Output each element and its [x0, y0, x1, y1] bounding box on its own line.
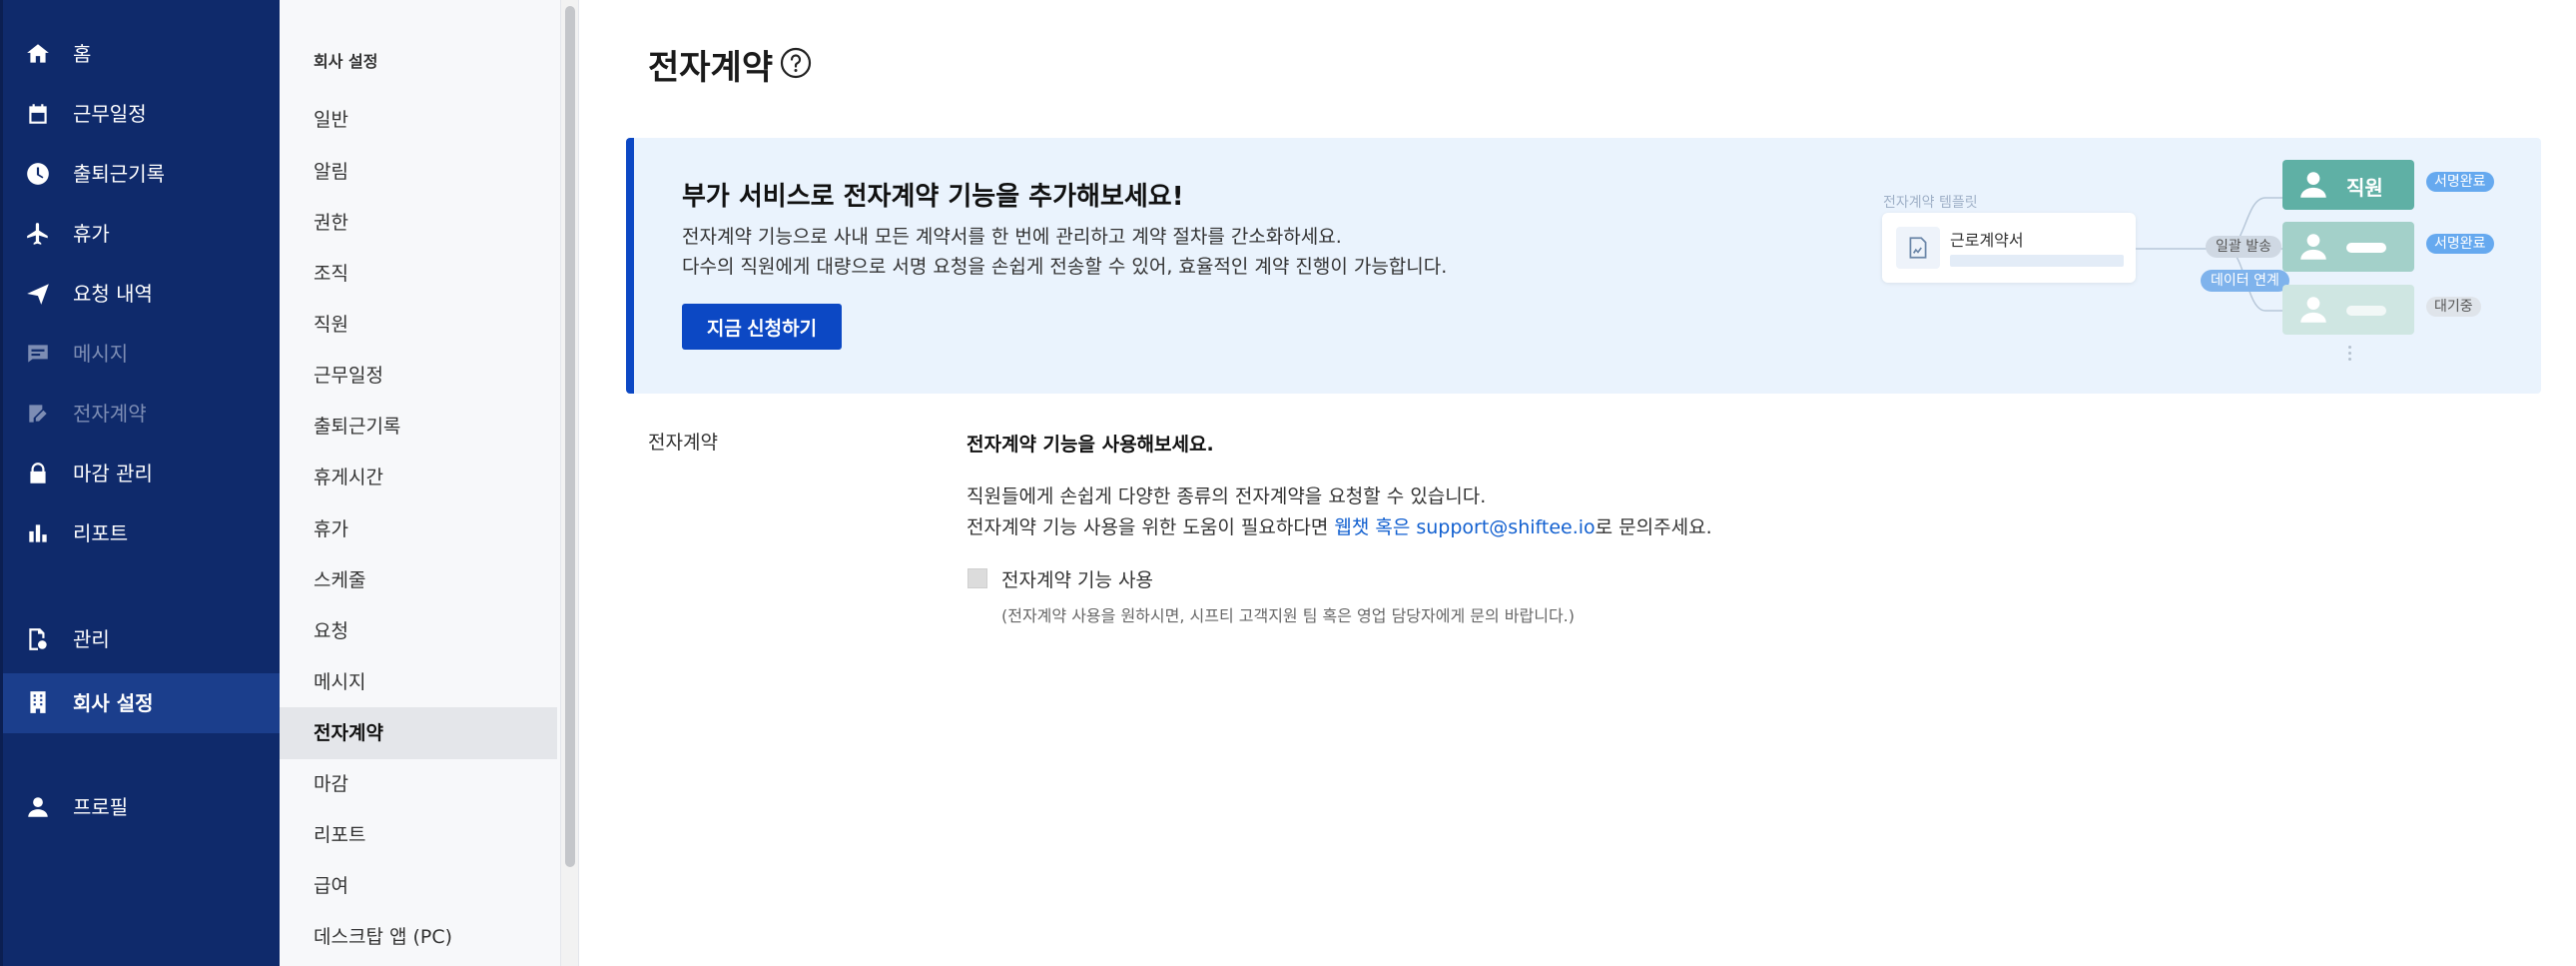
main-sidebar: 홈 근무일정 출퇴근기록 휴가 요청 내역 메시지 전자계약 마감 관리 리포트… — [0, 0, 283, 966]
submenu-item-report[interactable]: 리포트 — [280, 809, 557, 861]
sidebar-item-schedule[interactable]: 근무일정 — [3, 88, 283, 140]
sidebar-item-e-contract[interactable]: 전자계약 — [3, 388, 283, 440]
checkbox-label[interactable]: 전자계약 기능 사용 — [1001, 565, 1153, 592]
sidebar-item-closing[interactable]: 마감 관리 — [3, 448, 283, 499]
submenu-item-e-contract[interactable]: 전자계약 — [280, 707, 557, 759]
sidebar-item-label: 홈 — [73, 42, 92, 66]
submenu-scrollbar[interactable] — [561, 0, 579, 966]
submenu-item-employees[interactable]: 직원 — [280, 299, 557, 351]
feature-help-text: 전자계약 기능 사용을 위한 도움이 필요하다면 웹챗 혹은 support@s… — [966, 516, 1712, 538]
illustration-document-card: 근로계약서 — [1882, 213, 2136, 283]
submenu-item-notifications[interactable]: 알림 — [280, 146, 557, 198]
illustration-placeholder-bar — [2346, 306, 2386, 316]
submenu-item-vacation[interactable]: 휴가 — [280, 503, 557, 555]
illustration-placeholder-bar — [2346, 243, 2386, 253]
illustration-more-dots — [2348, 346, 2352, 364]
settings-submenu: 회사 설정 일반 알림 권한 조직 직원 근무일정 출퇴근기록 휴게시간 휴가 … — [280, 0, 561, 966]
sidebar-item-label: 근무일정 — [73, 102, 147, 126]
illustration-employee-name: 직원 — [2346, 176, 2383, 200]
sidebar-item-label: 관리 — [73, 627, 110, 651]
submenu-item-messages[interactable]: 메시지 — [280, 656, 557, 708]
person-icon — [2300, 234, 2326, 260]
banner-description-1: 전자계약 기능으로 사내 모든 계약서를 한 번에 관리하고 계약 절차를 간소… — [682, 226, 1342, 248]
sidebar-item-messages[interactable]: 메시지 — [3, 328, 283, 380]
illustration-data-link-pill: 데이터 연계 — [2201, 270, 2289, 292]
calendar-icon — [25, 102, 51, 126]
person-icon — [25, 795, 51, 819]
illustration-bulk-send-pill: 일괄 발송 — [2206, 236, 2281, 258]
feature-title: 전자계약 기능을 사용해보세요. — [966, 434, 1214, 456]
sidebar-item-attendance[interactable]: 출퇴근기록 — [3, 148, 283, 200]
submenu-item-desktop-app[interactable]: 데스크탑 앱 (PC) — [280, 911, 557, 963]
submenu-item-organization[interactable]: 조직 — [280, 248, 557, 300]
main-content: 전자계약 부가 서비스로 전자계약 기능을 추가해보세요! 전자계약 기능으로 … — [580, 0, 2576, 966]
sidebar-item-label: 메시지 — [73, 342, 129, 366]
submenu-item-payroll[interactable]: 급여 — [280, 860, 557, 912]
person-icon — [2300, 297, 2326, 323]
sidebar-item-label: 마감 관리 — [73, 462, 153, 485]
sidebar-item-label: 프로필 — [73, 795, 129, 819]
banner-description-2: 다수의 직원에게 대량으로 서명 요청을 손쉽게 전송할 수 있어, 효율적인 … — [682, 256, 1448, 278]
sidebar-item-label: 전자계약 — [73, 402, 147, 426]
sidebar-item-manage[interactable]: 관리 — [3, 613, 283, 665]
sidebar-item-home[interactable]: 홈 — [3, 28, 283, 80]
illustration-placeholder-bar — [1950, 255, 2124, 267]
sidebar-item-company-settings[interactable]: 회사 설정 — [3, 673, 283, 733]
sidebar-item-label: 리포트 — [73, 521, 129, 545]
manage-icon — [25, 627, 51, 651]
sidebar-item-label: 휴가 — [73, 222, 110, 246]
bar-chart-icon — [25, 521, 51, 545]
enable-e-contract-checkbox[interactable] — [967, 568, 987, 588]
illustration-employee-card — [2282, 285, 2414, 335]
submenu-item-break-time[interactable]: 휴게시간 — [280, 452, 557, 503]
sidebar-item-requests[interactable]: 요청 내역 — [3, 268, 283, 320]
person-icon — [2300, 172, 2326, 198]
send-icon — [25, 282, 51, 306]
checkbox-note: (전자계약 사용을 원하시면, 시프티 고객지원 팀 혹은 영업 담당자에게 문… — [1001, 606, 1575, 625]
sidebar-item-report[interactable]: 리포트 — [3, 507, 283, 559]
clock-icon — [25, 162, 51, 186]
submenu-item-general[interactable]: 일반 — [280, 94, 557, 146]
submenu-item-schedule[interactable]: 스케줄 — [280, 554, 557, 606]
illustration-employee-card: 직원 — [2282, 160, 2414, 210]
illustration-status-badge: 대기중 — [2426, 297, 2481, 317]
banner-title: 부가 서비스로 전자계약 기능을 추가해보세요! — [682, 182, 1184, 212]
submenu-item-requests[interactable]: 요청 — [280, 605, 557, 657]
submenu-item-work-schedule[interactable]: 근무일정 — [280, 350, 557, 402]
home-icon — [25, 42, 51, 66]
sidebar-item-profile[interactable]: 프로필 — [3, 781, 283, 833]
airplane-icon — [25, 222, 51, 246]
scrollbar-thumb[interactable] — [565, 6, 575, 867]
feature-description: 직원들에게 손쉽게 다양한 종류의 전자계약을 요청할 수 있습니다. — [966, 485, 1487, 507]
illustration-employee-card — [2282, 222, 2414, 272]
sidebar-item-label: 요청 내역 — [73, 282, 153, 306]
section-label: 전자계약 — [648, 432, 718, 454]
building-icon — [25, 690, 51, 714]
support-link[interactable]: 웹챗 혹은 support@shiftee.io — [1334, 516, 1595, 538]
submenu-item-permissions[interactable]: 권한 — [280, 197, 557, 249]
promo-banner: 부가 서비스로 전자계약 기능을 추가해보세요! 전자계약 기능으로 사내 모든… — [626, 138, 2541, 394]
submenu-item-closing[interactable]: 마감 — [280, 758, 557, 810]
illustration-status-badge: 서명완료 — [2426, 234, 2494, 254]
sign-icon — [25, 402, 51, 426]
illustration-status-badge: 서명완료 — [2426, 172, 2494, 192]
submenu-item-attendance[interactable]: 출퇴근기록 — [280, 401, 557, 453]
signed-document-icon — [1896, 227, 1940, 269]
illustration-document-name: 근로계약서 — [1950, 231, 2024, 250]
help-icon[interactable] — [780, 47, 812, 79]
apply-now-button[interactable]: 지금 신청하기 — [682, 304, 842, 350]
sidebar-item-vacation[interactable]: 휴가 — [3, 208, 283, 260]
illustration-template-label: 전자계약 템플릿 — [1883, 195, 1978, 211]
lock-icon — [25, 462, 51, 485]
sidebar-item-label: 출퇴근기록 — [73, 162, 165, 186]
submenu-heading: 회사 설정 — [314, 52, 378, 71]
message-icon — [25, 342, 51, 366]
sidebar-item-label: 회사 설정 — [73, 691, 154, 715]
page-title: 전자계약 — [648, 48, 774, 88]
